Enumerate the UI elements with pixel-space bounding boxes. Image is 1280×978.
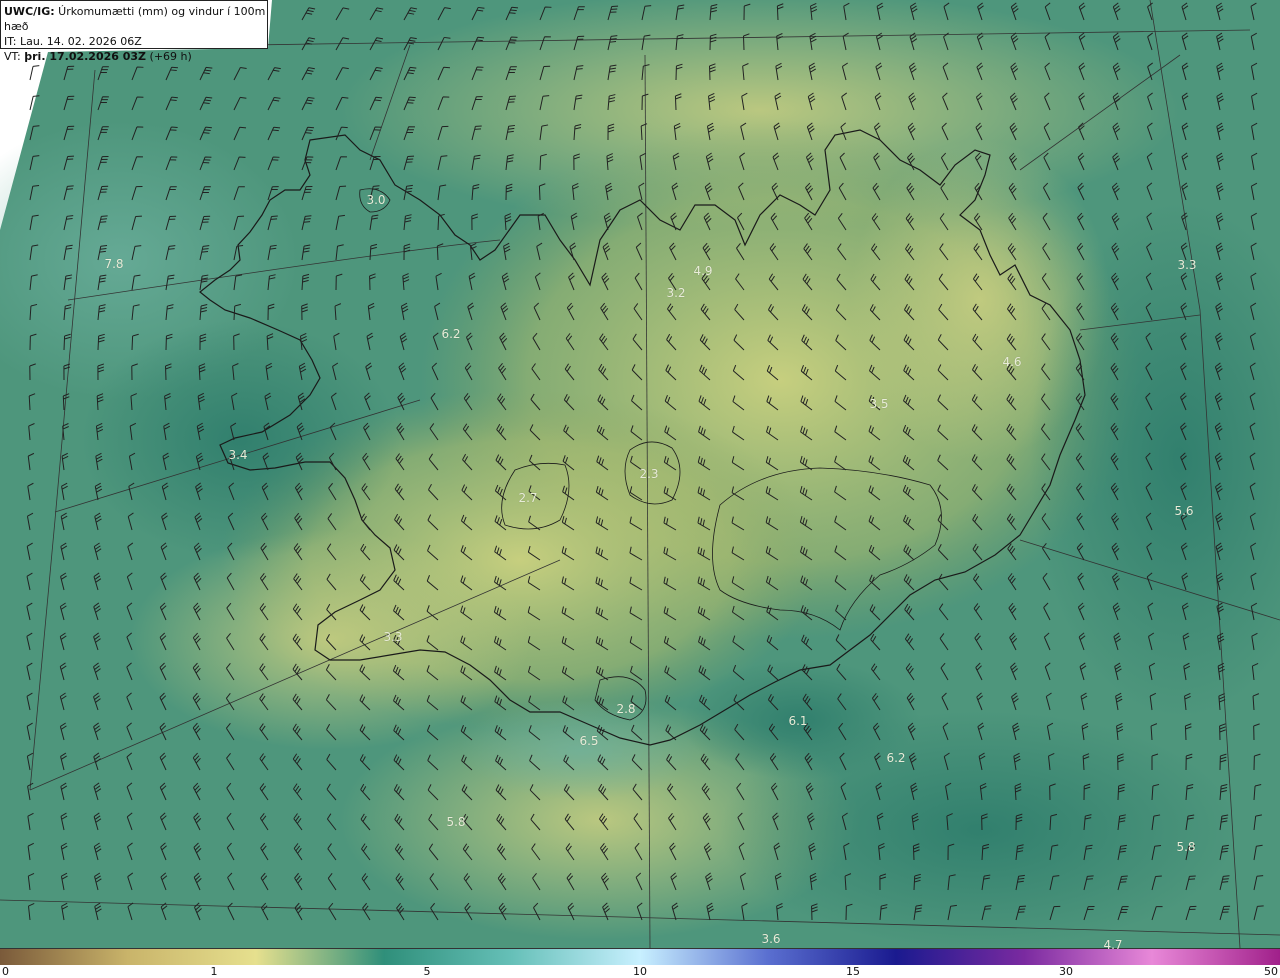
forecast-lead: (+69 h) (146, 50, 192, 63)
model-prefix: UWC/IG: (4, 5, 55, 18)
valid-time-prefix: VT: (4, 50, 25, 63)
value-label: 2.7 (518, 491, 538, 505)
value-label: 5.8 (446, 815, 466, 829)
value-label: 3.0 (366, 193, 386, 207)
title-line: UWC/IG: Úrkomumætti (mm) og vindur í 100… (4, 4, 267, 34)
initial-time: IT: Lau. 14. 02. 2026 06Z (4, 35, 142, 48)
value-label: 6.1 (788, 714, 808, 728)
value-label: 6.2 (441, 327, 461, 341)
value-label: 6.5 (579, 734, 599, 748)
valid-time-value: þri. 17.02.2026 03Z (24, 50, 147, 63)
value-label: 4.7 (1103, 938, 1123, 952)
value-label: 3.6 (761, 932, 781, 946)
value-label: 3.2 (666, 286, 686, 300)
value-label: 6.2 (886, 751, 906, 765)
value-label: 2.8 (616, 702, 636, 716)
colorbar-tick: 15 (846, 965, 860, 978)
value-label: 3.3 (383, 630, 403, 644)
value-label: 2.3 (639, 467, 659, 481)
colorbar-tick: 1 (210, 965, 218, 978)
value-label: 3.3 (1177, 258, 1197, 272)
value-label: 3.4 (228, 448, 248, 462)
colorbar-tick: 50 (1264, 965, 1278, 978)
colorbar-tick: 10 (633, 965, 647, 978)
map-title-box: UWC/IG: Úrkomumætti (mm) og vindur í 100… (0, 0, 268, 63)
colorbar-tick: 30 (1059, 965, 1073, 978)
valid-time-line: VT: þri. 17.02.2026 03Z (+69 h) (4, 49, 267, 64)
value-label: 5.6 (1174, 504, 1194, 518)
precip-colorbar (0, 948, 1280, 965)
value-label: 4.6 (1002, 355, 1022, 369)
value-label: 5.8 (1176, 840, 1196, 854)
value-label: 3.5 (869, 397, 889, 411)
value-label: 4.9 (693, 264, 713, 278)
colorbar-tick: 5 (423, 965, 431, 978)
value-label: 7.8 (104, 257, 124, 271)
colorbar-tick: 0 (2, 965, 9, 978)
